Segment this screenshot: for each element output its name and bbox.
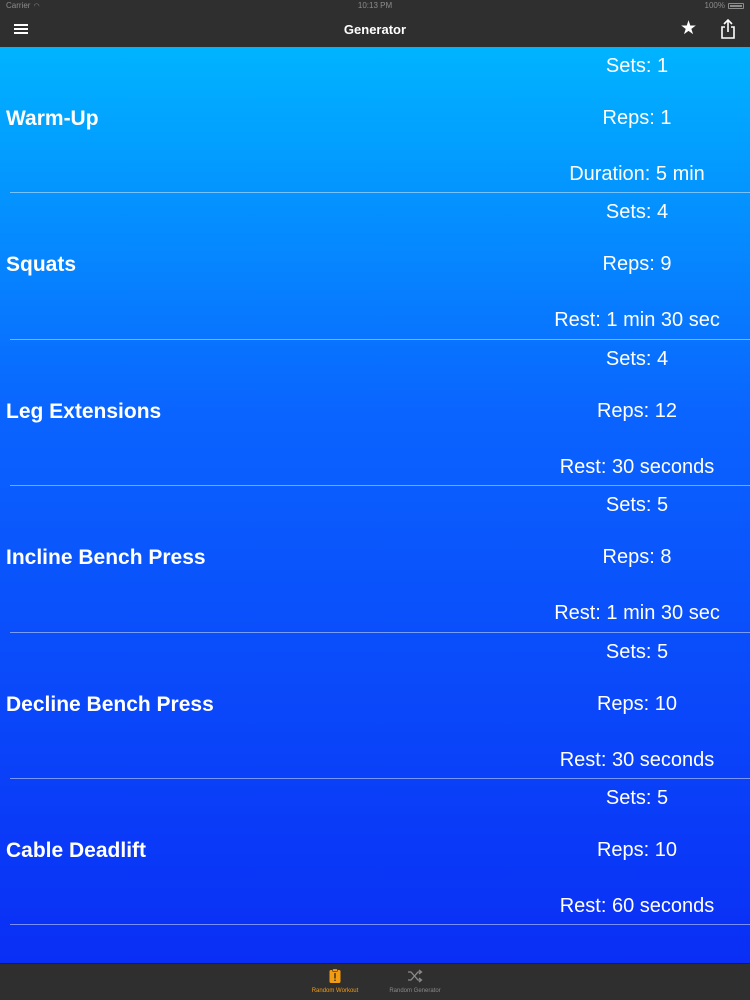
exercise-name: Decline Bench Press [6, 692, 214, 716]
exercise-name: Cable Deadlift [6, 838, 147, 862]
exercise-name: Leg Extensions [6, 399, 162, 423]
navigation-bar: Generator ★ [0, 12, 750, 47]
exercise-row-warm-up[interactable]: Sets: 1 Warm-Up Reps: 1 Duration: 5 min [0, 47, 750, 194]
workout-list[interactable]: Sets: 1 Warm-Up Reps: 1 Duration: 5 min … [0, 47, 750, 963]
exercise-duration: Duration: 5 min [569, 163, 705, 185]
clipboard-icon [327, 968, 343, 984]
exercise-reps: Reps: 10 [596, 838, 678, 861]
row-divider [10, 924, 750, 926]
exercise-name: Warm-Up [6, 107, 99, 130]
exercise-reps: Reps: 9 [602, 253, 672, 276]
tab-label: Random Workout [311, 988, 359, 994]
exercise-sets: Sets: 1 [605, 55, 669, 77]
exercise-reps: Reps: 12 [596, 399, 678, 422]
status-bar: Carrier ◠ 10:13 PM 100% [0, 0, 750, 12]
battery-percent: 100% [704, 1, 725, 10]
exercise-row-leg-extensions[interactable]: Sets: 4 Leg Extensions Reps: 12 Rest: 30… [0, 340, 750, 487]
page-title: Generator [343, 22, 407, 37]
exercise-name: Squats [6, 253, 77, 277]
exercise-rest: Rest: 30 seconds [559, 455, 715, 478]
tab-random-generator[interactable]: Random Generator [370, 968, 460, 995]
exercise-reps: Reps: 8 [602, 546, 672, 569]
exercise-sets: Sets: 5 [605, 494, 669, 517]
exercise-sets: Sets: 4 [605, 347, 669, 370]
exercise-sets: Sets: 5 [605, 786, 669, 809]
exercise-row-squats[interactable]: Sets: 4 Squats Reps: 9 Rest: 1 min 30 se… [0, 193, 750, 340]
star-icon[interactable]: ★ [680, 19, 697, 39]
battery-indicator: 100% [705, 0, 744, 12]
exercise-name: Incline Bench Press [6, 546, 206, 570]
shuffle-icon [407, 968, 423, 984]
exercise-row-cable-deadlift[interactable]: Sets: 5 Cable Deadlift Reps: 10 Rest: 60… [0, 779, 750, 926]
battery-icon [728, 3, 744, 9]
tab-label: Random Generator [389, 988, 441, 994]
share-icon[interactable] [718, 18, 738, 40]
tab-bar: Random Workout Random Generator [0, 963, 750, 1000]
exercise-sets: Sets: 5 [605, 640, 669, 663]
status-time: 10:13 PM [357, 1, 393, 10]
exercise-rest: Rest: 1 min 30 sec [554, 602, 720, 625]
exercise-rest: Rest: 30 seconds [559, 748, 715, 771]
tab-random-workout[interactable]: Random Workout [290, 968, 380, 995]
exercise-row-incline-bench-press[interactable]: Sets: 5 Incline Bench Press Reps: 8 Rest… [0, 486, 750, 633]
exercise-row-decline-bench-press[interactable]: Sets: 5 Decline Bench Press Reps: 10 Res… [0, 633, 750, 779]
exercise-reps: Reps: 10 [596, 692, 678, 715]
exercise-sets: Sets: 4 [605, 201, 669, 224]
exercise-rest: Rest: 1 min 30 sec [554, 309, 720, 332]
exercise-reps: Reps: 1 [602, 107, 672, 129]
exercise-rest: Rest: 60 seconds [559, 894, 715, 917]
